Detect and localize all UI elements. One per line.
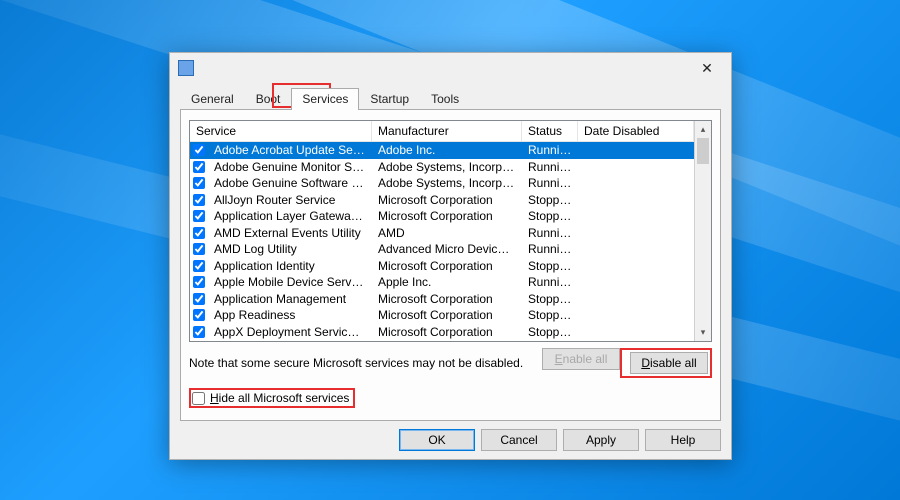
table-row[interactable]: Adobe Genuine Monitor ServiceAdobe Syste… xyxy=(190,159,694,176)
table-row[interactable]: AMD External Events UtilityAMDRunning xyxy=(190,225,694,242)
header-service[interactable]: Service xyxy=(190,121,372,141)
cell-status: Stopped xyxy=(522,292,578,306)
cell-service: Apple Mobile Device Service xyxy=(208,275,372,289)
cell-service: Application Identity xyxy=(208,259,372,273)
scroll-down-icon[interactable]: ▾ xyxy=(695,324,711,341)
cell-manufacturer: Adobe Systems, Incorpora... xyxy=(372,176,522,190)
row-checkbox[interactable] xyxy=(190,144,208,156)
cell-service: AMD External Events Utility xyxy=(208,226,372,240)
cell-service: Adobe Genuine Monitor Service xyxy=(208,160,372,174)
cell-status: Running xyxy=(522,143,578,157)
dialog-buttons: OK Cancel Apply Help xyxy=(180,421,721,451)
cell-manufacturer: Microsoft Corporation xyxy=(372,193,522,207)
row-checkbox[interactable] xyxy=(190,309,208,321)
cell-manufacturer: Microsoft Corporation xyxy=(372,292,522,306)
cell-status: Stopped xyxy=(522,209,578,223)
cell-status: Running xyxy=(522,226,578,240)
cell-manufacturer: Microsoft Corporation xyxy=(372,259,522,273)
cell-manufacturer: Advanced Micro Devices, I... xyxy=(372,242,522,256)
row-checkbox[interactable] xyxy=(190,227,208,239)
row-checkbox[interactable] xyxy=(190,177,208,189)
cell-service: Adobe Acrobat Update Service xyxy=(208,143,372,157)
row-checkbox[interactable] xyxy=(190,210,208,222)
tab-tools[interactable]: Tools xyxy=(420,88,470,110)
note-text: Note that some secure Microsoft services… xyxy=(189,356,536,370)
table-row[interactable]: AppX Deployment Service (AppX...Microsof… xyxy=(190,324,694,341)
cell-manufacturer: Adobe Systems, Incorpora... xyxy=(372,160,522,174)
cell-manufacturer: Adobe Inc. xyxy=(372,143,522,157)
table-row[interactable]: AllJoyn Router ServiceMicrosoft Corporat… xyxy=(190,192,694,209)
table-row[interactable]: Application IdentityMicrosoft Corporatio… xyxy=(190,258,694,275)
cell-service: App Readiness xyxy=(208,308,372,322)
app-icon xyxy=(178,60,194,76)
table-row[interactable]: AMD Log UtilityAdvanced Micro Devices, I… xyxy=(190,241,694,258)
cell-status: Stopped xyxy=(522,325,578,339)
help-button[interactable]: Help xyxy=(645,429,721,451)
row-checkbox[interactable] xyxy=(190,260,208,272)
table-row[interactable]: Adobe Acrobat Update ServiceAdobe Inc.Ru… xyxy=(190,142,694,159)
cell-manufacturer: AMD xyxy=(372,226,522,240)
cell-service: Application Management xyxy=(208,292,372,306)
table-row[interactable]: Application ManagementMicrosoft Corporat… xyxy=(190,291,694,308)
tab-strip: General Boot Services Startup Tools xyxy=(180,85,721,109)
row-checkbox[interactable] xyxy=(190,293,208,305)
cell-status: Stopped xyxy=(522,193,578,207)
table-row[interactable]: Application Layer Gateway ServiceMicroso… xyxy=(190,208,694,225)
cell-status: Stopped xyxy=(522,308,578,322)
rows-container: Adobe Acrobat Update ServiceAdobe Inc.Ru… xyxy=(190,142,694,340)
cell-service: AllJoyn Router Service xyxy=(208,193,372,207)
table-row[interactable]: App ReadinessMicrosoft CorporationStoppe… xyxy=(190,307,694,324)
hide-microsoft-checkbox[interactable]: Hide all Microsoft services xyxy=(189,388,355,408)
column-headers: Service Manufacturer Status Date Disable… xyxy=(190,121,694,142)
row-checkbox[interactable] xyxy=(190,243,208,255)
services-tab-page: Service Manufacturer Status Date Disable… xyxy=(180,109,721,421)
cell-status: Running xyxy=(522,242,578,256)
hide-microsoft-checkbox-input[interactable] xyxy=(192,392,205,405)
enable-all-button[interactable]: Enable all xyxy=(542,348,620,370)
close-icon: ✕ xyxy=(701,60,713,77)
cell-status: Running xyxy=(522,160,578,174)
row-checkbox[interactable] xyxy=(190,276,208,288)
apply-button[interactable]: Apply xyxy=(563,429,639,451)
cell-manufacturer: Microsoft Corporation xyxy=(372,325,522,339)
header-date-disabled[interactable]: Date Disabled xyxy=(578,121,694,141)
row-checkbox[interactable] xyxy=(190,161,208,173)
table-row[interactable]: Adobe Genuine Software Integri...Adobe S… xyxy=(190,175,694,192)
annotation-disable-all: Disable all xyxy=(620,348,712,378)
cell-service: Application Layer Gateway Service xyxy=(208,209,372,223)
header-manufacturer[interactable]: Manufacturer xyxy=(372,121,522,141)
close-button[interactable]: ✕ xyxy=(687,54,727,82)
tab-boot[interactable]: Boot xyxy=(245,88,292,110)
tab-services[interactable]: Services xyxy=(291,88,359,110)
msconfig-window: ✕ General Boot Services Startup Tools Se… xyxy=(169,52,732,460)
vertical-scrollbar[interactable]: ▴ ▾ xyxy=(694,121,711,341)
titlebar: ✕ xyxy=(170,53,731,83)
tab-general[interactable]: General xyxy=(180,88,245,110)
cell-manufacturer: Apple Inc. xyxy=(372,275,522,289)
cancel-button[interactable]: Cancel xyxy=(481,429,557,451)
scroll-thumb[interactable] xyxy=(697,138,709,164)
tab-startup[interactable]: Startup xyxy=(359,88,420,110)
services-listview[interactable]: Service Manufacturer Status Date Disable… xyxy=(189,120,712,342)
cell-status: Running xyxy=(522,176,578,190)
cell-manufacturer: Microsoft Corporation xyxy=(372,209,522,223)
cell-service: AppX Deployment Service (AppX... xyxy=(208,325,372,339)
row-checkbox[interactable] xyxy=(190,194,208,206)
header-status[interactable]: Status xyxy=(522,121,578,141)
cell-manufacturer: Microsoft Corporation xyxy=(372,308,522,322)
cell-service: Adobe Genuine Software Integri... xyxy=(208,176,372,190)
hide-microsoft-label: Hide all Microsoft services xyxy=(210,391,349,405)
disable-all-button[interactable]: Disable all xyxy=(630,352,708,374)
ok-button[interactable]: OK xyxy=(399,429,475,451)
scroll-up-icon[interactable]: ▴ xyxy=(695,121,711,138)
cell-status: Stopped xyxy=(522,259,578,273)
cell-service: AMD Log Utility xyxy=(208,242,372,256)
table-row[interactable]: Apple Mobile Device ServiceApple Inc.Run… xyxy=(190,274,694,291)
row-checkbox[interactable] xyxy=(190,326,208,338)
cell-status: Running xyxy=(522,275,578,289)
